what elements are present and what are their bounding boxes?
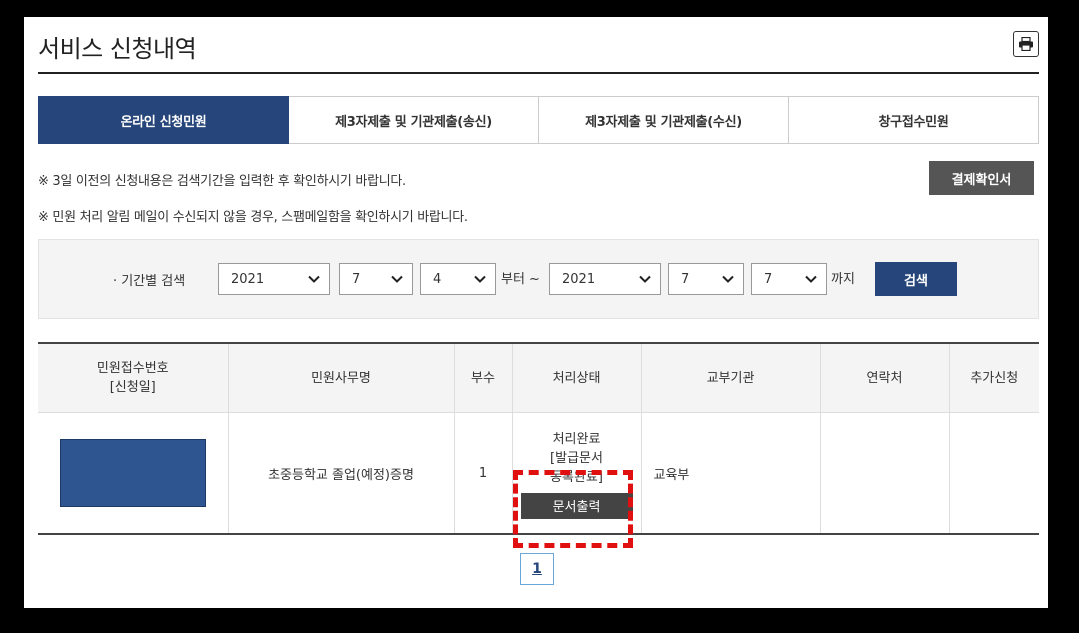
chevron-down-icon: [722, 275, 734, 283]
status-cell: 처리완료 [발급문서 동록완료] 문서출력: [512, 412, 642, 535]
to-day-select[interactable]: 7: [751, 263, 827, 295]
payment-receipt-button[interactable]: 결제확인서: [929, 161, 1034, 195]
search-button[interactable]: 검색: [875, 262, 957, 296]
receipt-number-cell: [38, 412, 229, 535]
service-name-cell: 초중등학교 졸업(예정)증명: [228, 412, 455, 535]
document-print-button[interactable]: 문서출력: [520, 492, 633, 519]
table-row: 초중등학교 졸업(예정)증명 1 처리완료 [발급문서 동록완료] 문서출력 교…: [38, 412, 1039, 535]
tab-bar: 온라인 신청민원 제3자제출 및 기관제출(송신) 제3자제출 및 기관제출(수…: [38, 96, 1039, 144]
header-receipt-number-label: 민원접수번호: [96, 361, 169, 376]
tab-counter-application[interactable]: 창구접수민원: [789, 96, 1039, 144]
period-search-box: · 기간별 검색 2021 7 4 부터 ~ 2021 7 7 까지 검색: [38, 239, 1039, 319]
chevron-down-icon: [391, 275, 403, 283]
to-year-value: 2021: [562, 271, 596, 287]
agency-cell: 교육부: [641, 412, 821, 535]
from-day-select[interactable]: 4: [420, 263, 496, 295]
application-table: 민원접수번호 [신청일] 민원사무명 부수 처리상태 교부기관 연락처 추가신청…: [38, 342, 1039, 535]
to-month-select[interactable]: 7: [668, 263, 744, 295]
tab-third-party-received[interactable]: 제3자제출 및 기관제출(수신): [539, 96, 789, 144]
copies-cell: 1: [454, 412, 513, 535]
redacted-receipt-number: [59, 439, 206, 507]
tab-third-party-sent[interactable]: 제3자제출 및 기관제출(송신): [289, 96, 539, 144]
chevron-down-icon: [474, 275, 486, 283]
search-label: · 기간별 검색: [113, 274, 186, 289]
header-additional-request: 추가신청: [949, 342, 1039, 413]
from-year-value: 2021: [231, 271, 265, 287]
tab-online-application[interactable]: 온라인 신청민원: [38, 96, 289, 144]
from-suffix: 부터 ~: [501, 272, 540, 287]
status-line: 동록완료]: [550, 469, 603, 485]
chevron-down-icon: [308, 275, 320, 283]
contact-cell: [820, 412, 950, 535]
from-year-select[interactable]: 2021: [218, 263, 330, 295]
print-button[interactable]: [1013, 31, 1039, 57]
to-suffix: 까지: [831, 272, 855, 287]
service-history-panel: 서비스 신청내역 온라인 신청민원 제3자제출 및 기관제출(송신) 제3자제출…: [24, 17, 1048, 608]
notice-search-period: ※ 3일 이전의 신청내용은 검색기간을 입력한 후 확인하시기 바랍니다.: [38, 174, 406, 189]
to-day-value: 7: [764, 271, 773, 287]
header-contact: 연락처: [820, 342, 950, 413]
additional-request-cell: [949, 412, 1039, 535]
status-line: 처리완료: [552, 431, 601, 447]
notice-spam-mail: ※ 민원 처리 알림 메일이 수신되지 않을 경우, 스팸메일함을 확인하시기 …: [38, 210, 468, 225]
from-day-value: 4: [433, 271, 442, 287]
title-bar: 서비스 신청내역: [38, 17, 1039, 74]
page-title: 서비스 신청내역: [38, 35, 197, 63]
chevron-down-icon: [639, 275, 651, 283]
status-text: 처리완료 [발급문서 동록완료]: [514, 430, 640, 487]
header-receipt-number: 민원접수번호 [신청일]: [38, 342, 229, 413]
header-status: 처리상태: [512, 342, 642, 413]
header-copies: 부수: [454, 342, 513, 413]
pagination-page-1[interactable]: 1: [520, 553, 554, 585]
from-month-select[interactable]: 7: [339, 263, 413, 295]
printer-icon: [1019, 37, 1033, 51]
to-month-value: 7: [681, 271, 690, 287]
table-header-row: 민원접수번호 [신청일] 민원사무명 부수 처리상태 교부기관 연락처 추가신청: [38, 342, 1039, 413]
to-year-select[interactable]: 2021: [549, 263, 661, 295]
status-line: [발급문서: [550, 450, 603, 466]
from-month-value: 7: [352, 271, 361, 287]
header-service-name: 민원사무명: [228, 342, 455, 413]
header-issuing-agency: 교부기관: [641, 342, 821, 413]
header-application-date-label: [신청일]: [109, 380, 156, 395]
chevron-down-icon: [805, 275, 817, 283]
